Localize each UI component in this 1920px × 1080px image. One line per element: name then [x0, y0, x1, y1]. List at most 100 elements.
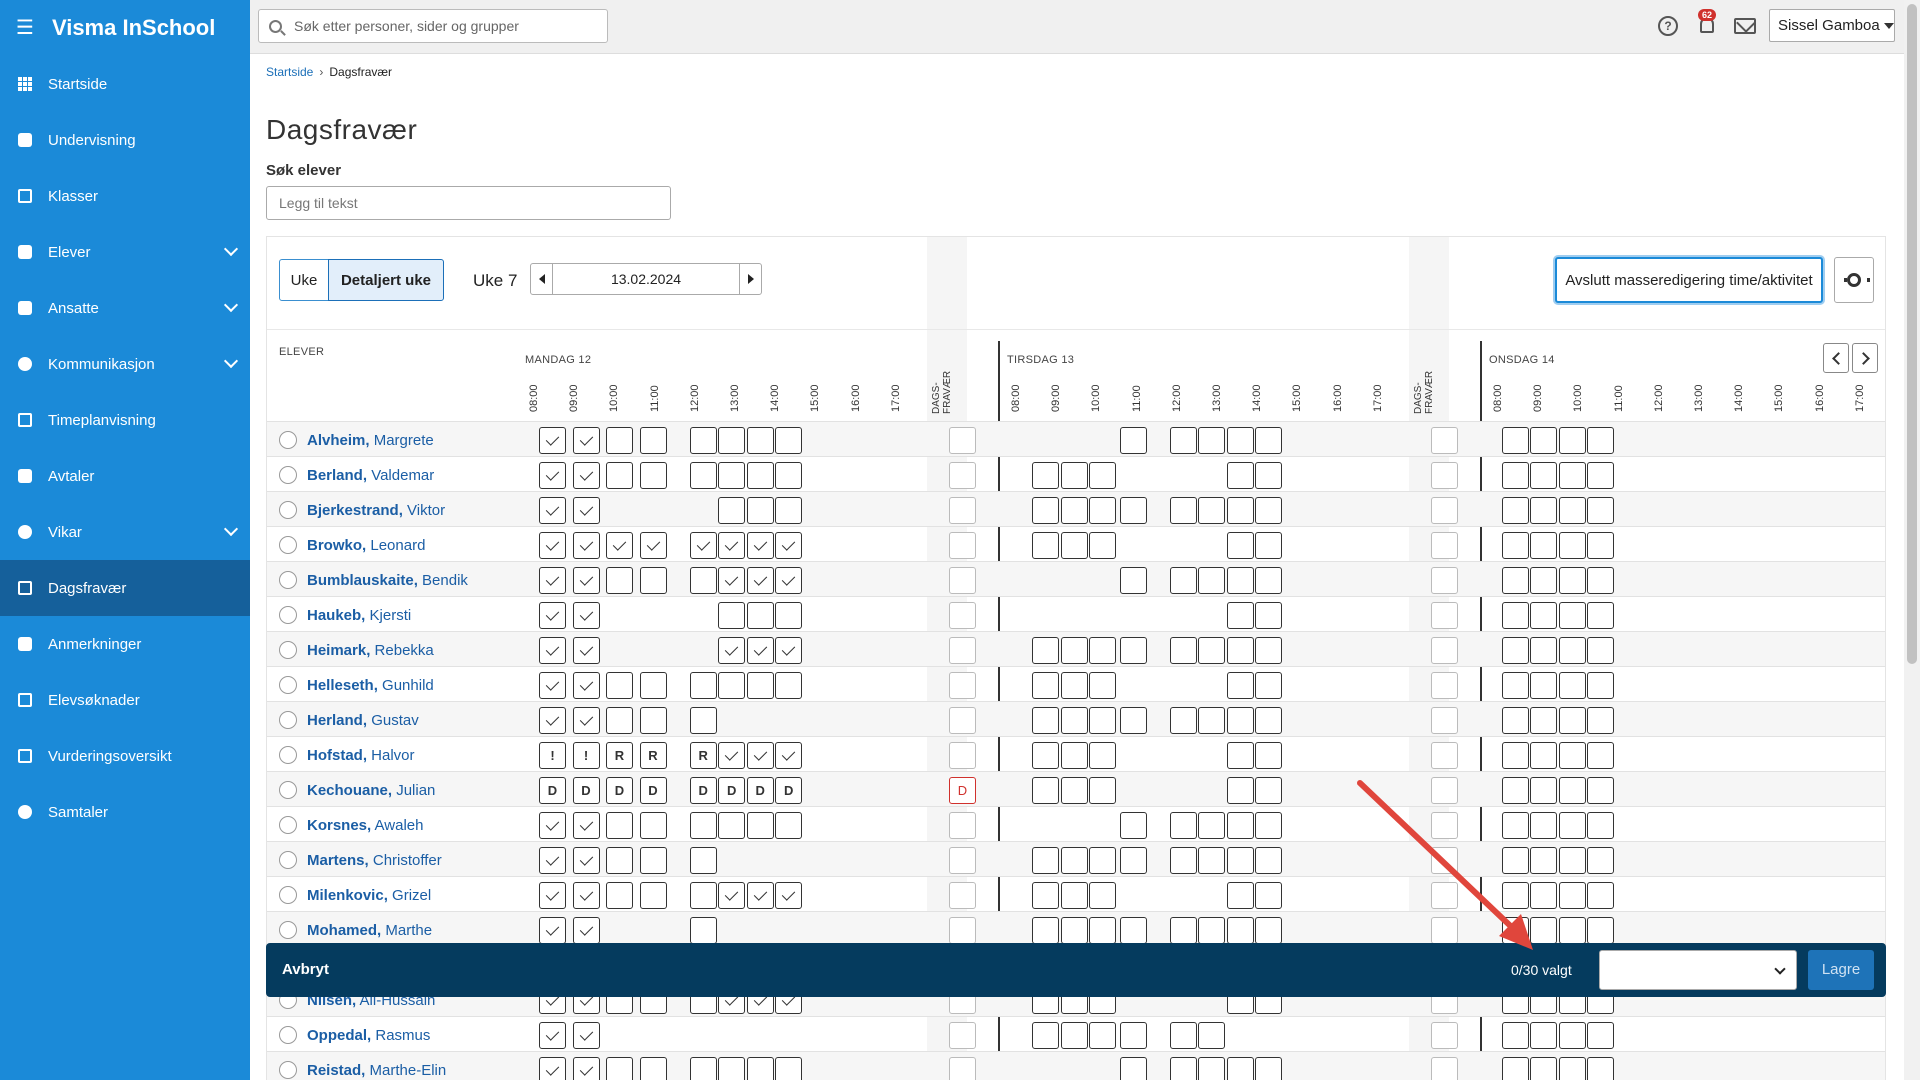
lesson-cell[interactable] — [1169, 707, 1197, 734]
dags-fravaer-cell[interactable] — [1431, 847, 1458, 874]
lesson-cell[interactable] — [1060, 882, 1088, 909]
lesson-cell[interactable] — [1558, 812, 1586, 839]
lesson-cell[interactable] — [1060, 497, 1088, 524]
lesson-cell[interactable] — [1119, 707, 1147, 734]
lesson-cell[interactable] — [572, 1057, 600, 1080]
dags-fravaer-cell[interactable] — [949, 672, 976, 699]
lesson-cell[interactable] — [1226, 882, 1254, 909]
scrollbar-thumb[interactable] — [1907, 4, 1917, 664]
lesson-cell[interactable] — [1587, 812, 1615, 839]
dags-fravaer-cell[interactable] — [1431, 637, 1458, 664]
lesson-cell[interactable] — [1502, 1057, 1529, 1080]
row-select-checkbox[interactable] — [279, 816, 297, 834]
lesson-cell[interactable] — [1558, 917, 1586, 944]
lesson-cell[interactable] — [689, 1057, 717, 1080]
lesson-cell[interactable] — [1226, 462, 1254, 489]
lesson-cell[interactable] — [606, 1057, 633, 1080]
lesson-cell[interactable] — [718, 1057, 746, 1080]
student-name-link[interactable]: Mohamed, Marthe — [307, 922, 432, 939]
lesson-cell[interactable] — [1226, 707, 1254, 734]
lesson-cell[interactable] — [1587, 882, 1615, 909]
lesson-cell[interactable] — [606, 567, 633, 594]
lesson-cell[interactable] — [639, 1057, 667, 1080]
lesson-cell[interactable] — [539, 1022, 566, 1049]
lesson-cell[interactable] — [775, 532, 803, 559]
dags-fravaer-cell[interactable] — [1431, 567, 1458, 594]
lesson-cell[interactable] — [1255, 742, 1283, 769]
lesson-cell[interactable] — [606, 672, 633, 699]
lesson-cell[interactable] — [1587, 567, 1615, 594]
lesson-cell[interactable] — [1089, 882, 1117, 909]
lesson-cell[interactable] — [718, 462, 746, 489]
lesson-cell[interactable] — [1558, 637, 1586, 664]
lesson-cell[interactable] — [1169, 917, 1197, 944]
dags-fravaer-cell[interactable] — [949, 1022, 976, 1049]
lesson-cell[interactable] — [1502, 882, 1529, 909]
lesson-cell[interactable] — [1530, 602, 1558, 629]
dags-fravaer-cell[interactable] — [949, 497, 976, 524]
absence-type-select[interactable] — [1599, 950, 1797, 990]
lesson-cell[interactable] — [1226, 497, 1254, 524]
lesson-cell[interactable] — [1530, 672, 1558, 699]
lesson-cell[interactable] — [639, 567, 667, 594]
lesson-cell[interactable] — [1558, 567, 1586, 594]
dags-fravaer-cell[interactable] — [949, 882, 976, 909]
lesson-cell[interactable] — [1060, 1022, 1088, 1049]
lesson-cell[interactable] — [775, 567, 803, 594]
lesson-cell[interactable] — [1530, 1057, 1558, 1080]
lesson-cell[interactable] — [1169, 637, 1197, 664]
lesson-cell[interactable] — [606, 812, 633, 839]
lesson-cell[interactable] — [1255, 637, 1283, 664]
lesson-cell[interactable] — [1226, 847, 1254, 874]
sidebar-item-undervisning[interactable]: Undervisning — [0, 112, 250, 168]
lesson-cell[interactable] — [1198, 567, 1226, 594]
lesson-cell[interactable]: D — [539, 777, 566, 804]
lesson-cell[interactable] — [572, 637, 600, 664]
lesson-cell[interactable] — [1119, 567, 1147, 594]
lesson-cell[interactable] — [606, 532, 633, 559]
lesson-cell[interactable] — [775, 497, 803, 524]
lesson-cell[interactable] — [1169, 427, 1197, 454]
lesson-cell[interactable] — [746, 882, 774, 909]
lesson-cell[interactable] — [1060, 777, 1088, 804]
lesson-cell[interactable] — [1032, 532, 1060, 559]
sidebar-item-elever[interactable]: Elever — [0, 224, 250, 280]
lesson-cell[interactable] — [1587, 1057, 1615, 1080]
lesson-cell[interactable] — [1119, 917, 1147, 944]
lesson-cell[interactable] — [775, 882, 803, 909]
lesson-cell[interactable] — [572, 497, 600, 524]
lesson-cell[interactable]: R — [639, 742, 667, 769]
sidebar-item-vikar[interactable]: Vikar — [0, 504, 250, 560]
lesson-cell[interactable] — [1587, 847, 1615, 874]
lesson-cell[interactable] — [718, 882, 746, 909]
lesson-cell[interactable] — [1060, 532, 1088, 559]
week-prev-button[interactable] — [1823, 343, 1849, 373]
lesson-cell[interactable] — [718, 672, 746, 699]
lesson-cell[interactable] — [718, 812, 746, 839]
row-select-checkbox[interactable] — [279, 1061, 297, 1079]
lesson-cell[interactable] — [1198, 707, 1226, 734]
dags-fravaer-cell[interactable] — [949, 427, 976, 454]
dags-fravaer-cell[interactable] — [1431, 1022, 1458, 1049]
lesson-cell[interactable] — [1226, 777, 1254, 804]
lesson-cell[interactable] — [1198, 1022, 1226, 1049]
lesson-cell[interactable] — [572, 602, 600, 629]
lesson-cell[interactable] — [1226, 1057, 1254, 1080]
lesson-cell[interactable] — [1226, 567, 1254, 594]
row-select-checkbox[interactable] — [279, 921, 297, 939]
lesson-cell[interactable] — [1530, 1022, 1558, 1049]
lesson-cell[interactable] — [1060, 462, 1088, 489]
row-select-checkbox[interactable] — [279, 746, 297, 764]
lesson-cell[interactable] — [539, 532, 566, 559]
lesson-cell[interactable] — [1169, 1057, 1197, 1080]
lesson-cell[interactable] — [1169, 497, 1197, 524]
lesson-cell[interactable] — [1089, 462, 1117, 489]
lesson-cell[interactable]: ! — [572, 742, 600, 769]
lesson-cell[interactable] — [1255, 812, 1283, 839]
student-name-link[interactable]: Bumblauskaite, Bendik — [307, 572, 468, 589]
dags-fravaer-cell[interactable] — [949, 1057, 976, 1080]
lesson-cell[interactable] — [1119, 497, 1147, 524]
row-select-checkbox[interactable] — [279, 676, 297, 694]
lesson-cell[interactable] — [1587, 602, 1615, 629]
lesson-cell[interactable]: D — [775, 777, 803, 804]
